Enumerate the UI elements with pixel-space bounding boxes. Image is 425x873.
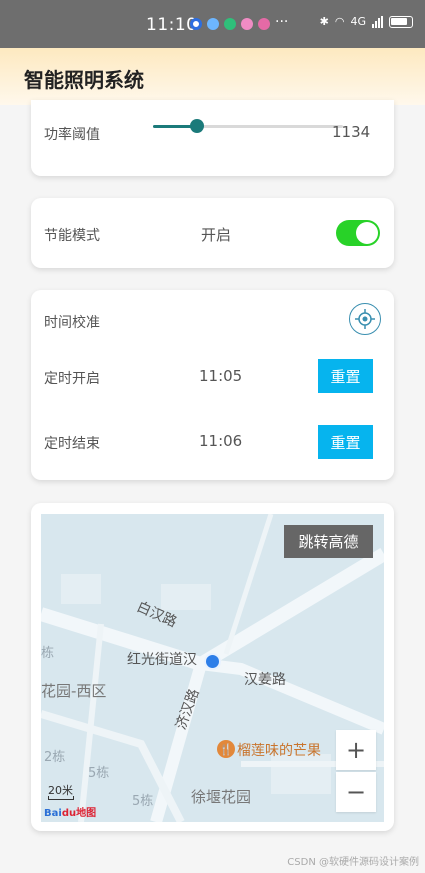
energy-saving-state: 开启 — [201, 226, 232, 244]
energy-saving-label: 节能模式 — [44, 228, 100, 244]
system-icons: ✱ ◠ 4G — [320, 15, 413, 28]
energy-saving-card: 节能模式 开启 — [31, 198, 394, 268]
target-icon — [355, 309, 375, 329]
watermark: CSDN @软硬件源码设计案例 — [287, 857, 419, 868]
battery-icon — [389, 15, 413, 28]
timer-end-time: 11:06 — [199, 432, 243, 450]
zoom-in-button[interactable]: + — [336, 730, 376, 770]
power-threshold-slider[interactable] — [153, 119, 343, 133]
map-building-label: 5栋 — [132, 794, 154, 809]
shield-icon — [224, 18, 236, 30]
app-icon — [241, 18, 253, 30]
calibrate-button[interactable] — [349, 303, 381, 335]
reset-start-button[interactable]: 重置 — [318, 359, 373, 393]
signal-icon — [372, 15, 383, 28]
restaurant-icon[interactable]: 🍴 — [217, 740, 235, 758]
slider-thumb[interactable] — [189, 119, 204, 133]
app-title: 智能照明系统 — [24, 68, 144, 92]
status-bar: 11:10 ··· ✱ ◠ 4G — [0, 0, 425, 48]
bluetooth-icon: ✱ — [319, 15, 329, 28]
map-scale-bar — [48, 796, 74, 800]
current-location-marker — [204, 653, 221, 670]
poi-label[interactable]: 榴莲味的芒果 — [237, 740, 321, 760]
toggle-knob — [356, 222, 378, 244]
more-icon: ··· — [275, 14, 289, 30]
map-building-label: 5栋 — [88, 766, 110, 781]
map-building-label: 2栋 — [44, 750, 66, 765]
app-icon — [258, 18, 270, 30]
energy-saving-toggle[interactable] — [336, 220, 380, 246]
map-view[interactable]: 白汉路 红光街道汉 汉姜路 济汉路 花园-西区 徐堰花园 栋 2栋 5栋 5栋 … — [41, 514, 384, 822]
app-bar: 智能照明系统 — [0, 48, 425, 105]
network-type: 4G — [350, 15, 366, 28]
power-threshold-card: 功率阈值 1134 — [31, 100, 394, 176]
power-threshold-label: 功率阈值 — [44, 127, 100, 143]
map-street-label: 红光街道汉 — [127, 652, 197, 668]
map-card: 白汉路 红光街道汉 汉姜路 济汉路 花园-西区 徐堰花园 栋 2栋 5栋 5栋 … — [31, 503, 394, 831]
zoom-out-button[interactable]: − — [336, 772, 376, 812]
power-threshold-value: 1134 — [332, 123, 371, 141]
notification-icon — [190, 18, 202, 30]
timer-start-label: 定时开启 — [44, 371, 100, 387]
wifi-icon: ◠ — [334, 15, 345, 28]
map-area-label: 徐堰花园 — [191, 788, 252, 806]
time-calibration-title: 时间校准 — [44, 315, 100, 331]
timer-end-label: 定时结束 — [44, 436, 100, 452]
map-building-label: 栋 — [41, 646, 55, 661]
time-calibration-card: 时间校准 定时开启 11:05 重置 定时结束 11:06 重置 — [31, 290, 394, 480]
timer-start-time: 11:05 — [199, 367, 243, 385]
map-road-label: 汉姜路 — [244, 672, 286, 688]
jump-to-amap-button[interactable]: 跳转高德 — [284, 525, 373, 558]
baidu-logo: Baidu地图 — [44, 808, 97, 819]
cloud-icon — [207, 18, 219, 30]
notification-icons — [190, 18, 270, 30]
map-area-label: 花园-西区 — [41, 682, 107, 700]
reset-end-button[interactable]: 重置 — [318, 425, 373, 459]
